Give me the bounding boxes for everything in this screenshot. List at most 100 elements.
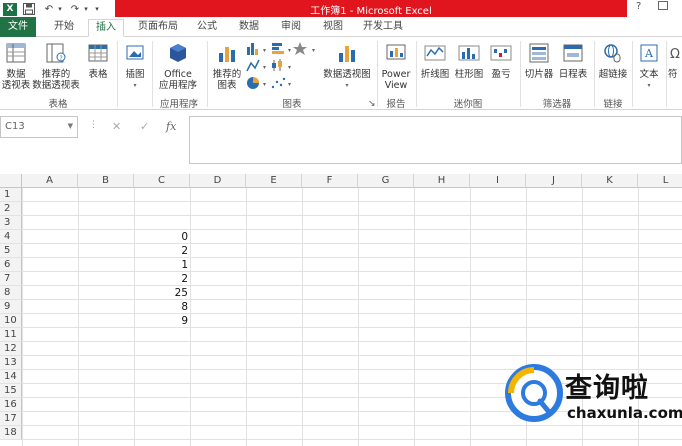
- row-header-15[interactable]: 15: [0, 384, 22, 398]
- save-icon[interactable]: [21, 2, 37, 16]
- enter-icon[interactable]: ✓: [140, 120, 149, 133]
- redo-dropdown-icon[interactable]: ▾: [83, 2, 89, 16]
- row-header-5[interactable]: 5: [0, 244, 22, 258]
- hyperlink-button[interactable]: 超链接: [596, 42, 630, 80]
- svg-text:Ω: Ω: [670, 47, 680, 62]
- text-button[interactable]: A 文本 ▾: [634, 42, 664, 91]
- recommended-charts-button[interactable]: 推荐的 图表: [210, 42, 244, 91]
- row-header-1[interactable]: 1: [0, 188, 22, 202]
- cell-c6[interactable]: 1: [134, 258, 190, 272]
- column-header-c[interactable]: C: [134, 174, 190, 188]
- undo-icon[interactable]: ↶: [41, 2, 57, 16]
- power-view-button[interactable]: Power View: [378, 42, 414, 91]
- symbols-button[interactable]: Ω 符: [668, 42, 682, 80]
- line-chart-icon[interactable]: [246, 59, 260, 72]
- row-header-18[interactable]: 18: [0, 426, 22, 440]
- scatter-chart-icon[interactable]: [271, 77, 286, 89]
- svg-text:▾: ▾: [288, 81, 291, 88]
- pivot-table-button[interactable]: 数据 透视表: [0, 42, 32, 91]
- star-chart-icon[interactable]: [293, 42, 307, 55]
- bar-chart-icon[interactable]: [272, 43, 284, 54]
- undo-dropdown-icon[interactable]: ▾: [57, 2, 63, 16]
- power-view-icon: [386, 44, 406, 60]
- pivot-chart-button[interactable]: 数据透视图 ▾: [320, 42, 374, 91]
- name-box-dropdown-icon[interactable]: ▼: [68, 122, 73, 130]
- cell-c8[interactable]: 25: [134, 286, 190, 300]
- column-header-k[interactable]: K: [582, 174, 638, 188]
- tab-home[interactable]: 开始: [48, 19, 80, 37]
- table-button[interactable]: 表格: [84, 42, 112, 80]
- row-header-10[interactable]: 10: [0, 314, 22, 328]
- group-separator: [416, 41, 417, 107]
- column-header-j[interactable]: J: [526, 174, 582, 188]
- row-header-16[interactable]: 16: [0, 398, 22, 412]
- slicer-button[interactable]: 切片器: [522, 42, 556, 80]
- help-icon[interactable]: ?: [636, 1, 641, 12]
- sparkline-winloss-icon: [490, 45, 512, 61]
- row-header-4[interactable]: 4: [0, 230, 22, 244]
- row-header-12[interactable]: 12: [0, 342, 22, 356]
- tab-page-layout[interactable]: 页面布局: [132, 19, 184, 37]
- pie-chart-icon[interactable]: [247, 77, 259, 89]
- column-header-e[interactable]: E: [246, 174, 302, 188]
- chart-type-gallery: ▾ ▾ ▾ ▾ ▾ ▾ ▾: [246, 41, 320, 93]
- charts-dialog-launcher-icon[interactable]: ↘: [368, 99, 376, 109]
- column-header-h[interactable]: H: [414, 174, 470, 188]
- title-bar: 工作簿1 - Microsoft Excel X ↶ ▾ ↷ ▾ ▾ ?: [0, 0, 682, 17]
- tab-data[interactable]: 数据: [234, 19, 264, 37]
- office-apps-button[interactable]: Office 应用程序: [154, 42, 202, 91]
- window-title: 工作簿1 - Microsoft Excel: [310, 6, 432, 17]
- column-header-l[interactable]: L: [638, 174, 682, 188]
- cell-c5[interactable]: 2: [134, 244, 190, 258]
- excel-app-icon[interactable]: X: [3, 2, 17, 16]
- row-header-9[interactable]: 9: [0, 300, 22, 314]
- row-header-8[interactable]: 8: [0, 286, 22, 300]
- sparkline-line-button[interactable]: 折线图: [418, 42, 452, 80]
- row-header-7[interactable]: 7: [0, 272, 22, 286]
- column-chart-icon[interactable]: [247, 43, 258, 55]
- tab-view[interactable]: 视图: [318, 19, 348, 37]
- cancel-icon[interactable]: ✕: [112, 120, 121, 133]
- tab-insert[interactable]: 插入: [88, 19, 124, 37]
- ribbon-display-options-icon[interactable]: [658, 1, 668, 13]
- row-header-14[interactable]: 14: [0, 370, 22, 384]
- name-box[interactable]: C13 ▼: [0, 116, 78, 138]
- insert-function-icon[interactable]: fx: [166, 120, 176, 133]
- row-header-11[interactable]: 11: [0, 328, 22, 342]
- group-separator: [666, 41, 667, 107]
- tab-file[interactable]: 文件: [0, 17, 36, 37]
- formula-input[interactable]: [189, 116, 682, 164]
- tab-developer[interactable]: 开发工具: [358, 19, 408, 37]
- column-header-i[interactable]: I: [470, 174, 526, 188]
- timeline-button[interactable]: 日程表: [556, 42, 590, 80]
- recommended-pivot-button[interactable]: ? 推荐的 数据透视表: [32, 42, 80, 91]
- row-header-2[interactable]: 2: [0, 202, 22, 216]
- column-header-a[interactable]: A: [22, 174, 78, 188]
- column-header-b[interactable]: B: [78, 174, 134, 188]
- stock-chart-icon[interactable]: [272, 59, 282, 71]
- column-header-f[interactable]: F: [302, 174, 358, 188]
- hyperlink-label: 超链接: [598, 69, 628, 80]
- table-label: 表格: [88, 69, 108, 80]
- cell-c10[interactable]: 9: [134, 314, 190, 328]
- cell-c7[interactable]: 2: [134, 272, 190, 286]
- illustrations-button[interactable]: 插图 ▾: [120, 42, 150, 91]
- group-separator: [632, 41, 633, 107]
- customize-qat-icon[interactable]: ▾: [93, 2, 101, 16]
- tab-review[interactable]: 审阅: [276, 19, 306, 37]
- column-header-d[interactable]: D: [190, 174, 246, 188]
- tab-formulas[interactable]: 公式: [192, 19, 222, 37]
- symbols-label: 符: [668, 69, 678, 80]
- cell-c4[interactable]: 0: [134, 230, 190, 244]
- redo-icon[interactable]: ↷: [67, 2, 83, 16]
- row-header-17[interactable]: 17: [0, 412, 22, 426]
- sparkline-column-button[interactable]: 柱形图: [452, 42, 486, 80]
- row-header-3[interactable]: 3: [0, 216, 22, 230]
- svg-text:▾: ▾: [288, 64, 291, 71]
- select-all-corner[interactable]: [0, 174, 22, 188]
- column-header-g[interactable]: G: [358, 174, 414, 188]
- row-header-13[interactable]: 13: [0, 356, 22, 370]
- row-header-6[interactable]: 6: [0, 258, 22, 272]
- sparkline-winloss-button[interactable]: 盈亏: [486, 42, 516, 80]
- cell-c9[interactable]: 8: [134, 300, 190, 314]
